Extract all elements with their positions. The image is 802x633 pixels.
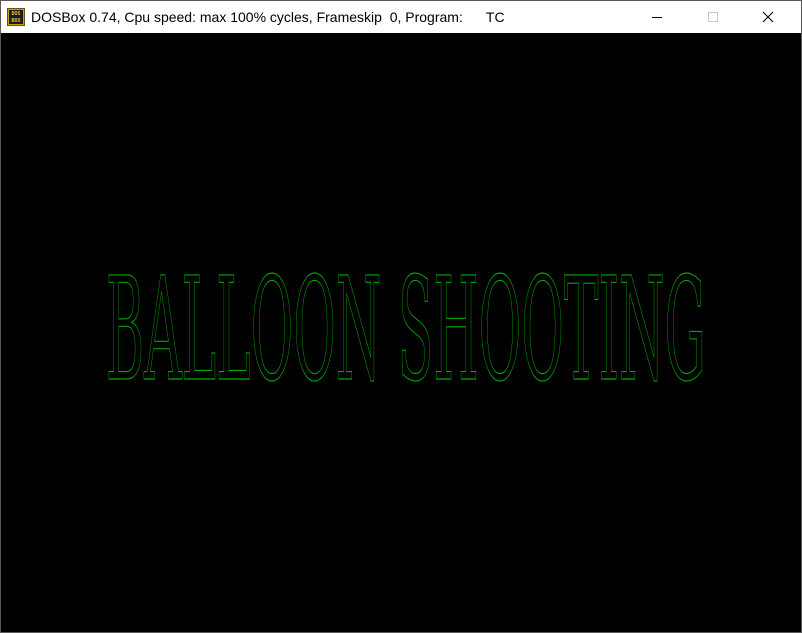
maximize-button[interactable] bbox=[690, 1, 736, 33]
game-title: BALLOON SHOOTING bbox=[105, 246, 706, 413]
window-title: DOSBox 0.74, Cpu speed: max 100% cycles,… bbox=[31, 9, 505, 25]
title-bar[interactable]: DOS BOX DOSBox 0.74, Cpu speed: max 100%… bbox=[1, 1, 801, 33]
game-title-text: BALLOON SHOOTING bbox=[106, 247, 706, 413]
dosbox-icon[interactable]: DOS BOX bbox=[7, 8, 25, 26]
dosbox-icon-label: DOS BOX bbox=[9, 10, 23, 24]
close-button[interactable] bbox=[745, 1, 791, 33]
minimize-button[interactable] bbox=[634, 1, 680, 33]
maximize-icon bbox=[708, 12, 718, 22]
close-icon bbox=[762, 11, 774, 23]
dos-screen[interactable]: BALLOON SHOOTING bbox=[1, 33, 801, 632]
minimize-icon bbox=[652, 17, 662, 18]
dosbox-window: DOS BOX DOSBox 0.74, Cpu speed: max 100%… bbox=[0, 0, 802, 633]
